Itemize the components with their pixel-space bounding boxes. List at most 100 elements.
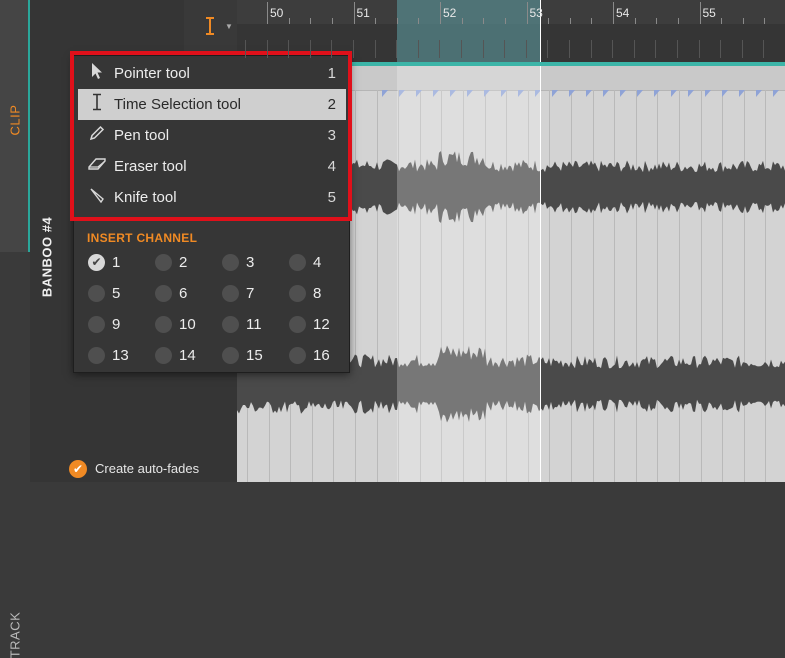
ruler-subdivision [547,40,549,58]
ruler-subdivision [504,40,506,58]
chevron-down-icon[interactable]: ▼ [225,22,233,31]
ruler-tick [375,18,377,24]
clip-tab[interactable]: CLIP [0,0,30,252]
auto-fade-label: Create auto-fades [95,461,200,476]
insert-channel-option[interactable]: 9 [88,314,152,334]
insert-channel-option[interactable]: 10 [155,314,219,334]
menu-item-shortcut: 5 [327,189,336,206]
ruler-tick [591,18,593,24]
ruler-bar-label: 51 [356,6,370,20]
knife-icon [88,187,106,208]
ruler-tick [656,18,658,24]
ruler-subdivision [655,40,657,58]
menu-item-pointer-tool[interactable]: Pointer tool 1 [78,58,346,89]
insert-channel-option[interactable]: 12 [289,314,353,334]
radio-dot-icon [289,346,306,364]
tool-menu: Pointer tool 1 Time Selection tool 2 Pen… [73,55,350,373]
radio-dot-icon [289,315,306,333]
ruler-subdivision [569,40,570,58]
radio-dot-icon [88,315,105,333]
playhead-line [540,66,541,482]
transient-marker [756,90,762,97]
ruler-subdivision [331,40,333,58]
radio-dot-icon [155,315,172,333]
ruler-tick [331,18,333,24]
insert-channel-option[interactable]: 4 [289,252,353,272]
insert-channel-option[interactable]: 13 [88,345,152,365]
ruler-subdivision [763,40,765,58]
transient-marker [603,90,609,97]
ruler-tick [461,18,463,24]
time-selection[interactable] [397,66,540,482]
menu-item-time-selection-tool[interactable]: Time Selection tool 2 [78,89,346,120]
radio-dot-icon [155,284,172,302]
menu-item-knife-tool[interactable]: Knife tool 5 [78,182,346,213]
insert-channel-title: INSERT CHANNEL [87,231,198,245]
ruler-subdivision [720,40,722,58]
transient-marker [722,90,728,97]
menu-item-shortcut: 4 [327,158,336,175]
ruler-bar-line [267,2,268,24]
ruler-subdivision [374,40,376,58]
radio-dot-icon [222,346,239,364]
ruler-tick [548,18,550,24]
ruler-subdivision [482,40,484,58]
insert-channel-number: 15 [246,346,263,364]
transient-marker [382,90,388,97]
insert-channel-option[interactable]: 3 [222,252,286,272]
ruler-subdivision [309,40,311,58]
ruler-subdivision [353,40,354,58]
ruler-subdivision [677,40,678,58]
insert-channel-option[interactable]: ✔ 1 [88,252,152,272]
ruler-subdivision [461,40,462,58]
track-header[interactable]: BANBOO #4 [30,0,65,482]
ruler-subdivision [525,40,527,58]
track-tab[interactable]: TRACK [0,252,30,658]
clip-tab-label: CLIP [7,104,23,136]
transient-marker [705,90,711,97]
transient-marker [671,90,677,97]
radio-dot-icon [222,253,239,271]
insert-channel-option[interactable]: 15 [222,345,286,365]
insert-channel-option[interactable]: 16 [289,345,353,365]
ruler-bar-label: 54 [616,6,630,20]
insert-channel-number: 3 [246,253,255,271]
ruler-tick [396,18,398,24]
menu-item-shortcut: 2 [327,96,336,113]
insert-channel-option[interactable]: 5 [88,283,152,303]
insert-channel-option[interactable]: 8 [289,283,353,303]
pen-icon [88,125,106,146]
insert-channel-option[interactable]: 6 [155,283,219,303]
ruler-bar-label: 52 [443,6,457,20]
ruler-subdivision [266,40,268,58]
ruler-subdivision [417,40,419,58]
auto-fade-option[interactable]: ✔ Create auto-fades [64,455,237,482]
left-vertical-tabs: CLIP TRACK [0,0,30,658]
time-selection-icon[interactable] [203,16,217,36]
track-name: BANBOO #4 [39,216,55,298]
insert-channel-number: 13 [112,346,129,364]
ruler-tick [418,18,420,24]
insert-channel-number: 2 [179,253,188,271]
insert-channel-option[interactable]: 11 [222,314,286,334]
insert-channel-option[interactable]: 14 [155,345,219,365]
insert-channel-number: 4 [313,253,322,271]
insert-channel-number: 9 [112,315,121,333]
eraser-icon [88,157,106,176]
checkmark-icon[interactable]: ✔ [69,459,87,478]
insert-channel-option[interactable]: 2 [155,252,219,272]
menu-item-pen-tool[interactable]: Pen tool 3 [78,120,346,151]
radio-dot-icon [289,253,306,271]
menu-item-label: Pointer tool [114,65,190,82]
ruler-bar-line [353,2,355,24]
ruler-bar-line [440,2,441,24]
ruler-tick [310,18,312,24]
insert-channel-option[interactable]: 7 [222,283,286,303]
checkmark-icon: ✔ [88,253,105,271]
radio-dot-icon [222,315,239,333]
ruler-tick [721,18,723,24]
insert-channel-number: 10 [179,315,196,333]
ruler-tick [742,18,744,24]
transient-marker [739,90,745,97]
menu-item-eraser-tool[interactable]: Eraser tool 4 [78,151,346,182]
